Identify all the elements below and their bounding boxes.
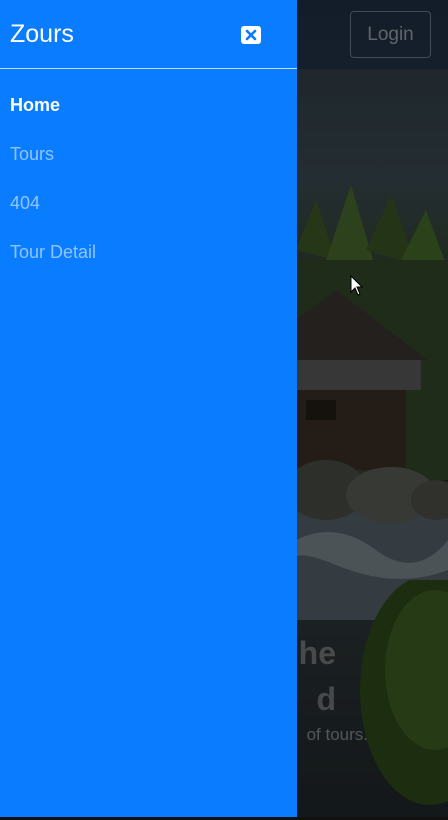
nav-item-home[interactable]: Home	[0, 93, 297, 142]
nav-item-404[interactable]: 404	[0, 191, 297, 240]
brand-title[interactable]: Zours	[10, 20, 74, 49]
mouse-cursor-icon	[350, 275, 364, 296]
side-drawer: Zours Home Tours 404 Tour Detail	[0, 0, 297, 817]
nav-item-tours[interactable]: Tours	[0, 142, 297, 191]
drawer-nav-list: Home Tours 404 Tour Detail	[0, 69, 297, 289]
close-x-icon	[245, 29, 257, 41]
drawer-header: Zours	[0, 0, 297, 69]
nav-item-tour-detail[interactable]: Tour Detail	[0, 240, 297, 289]
close-drawer-button[interactable]	[241, 26, 261, 44]
